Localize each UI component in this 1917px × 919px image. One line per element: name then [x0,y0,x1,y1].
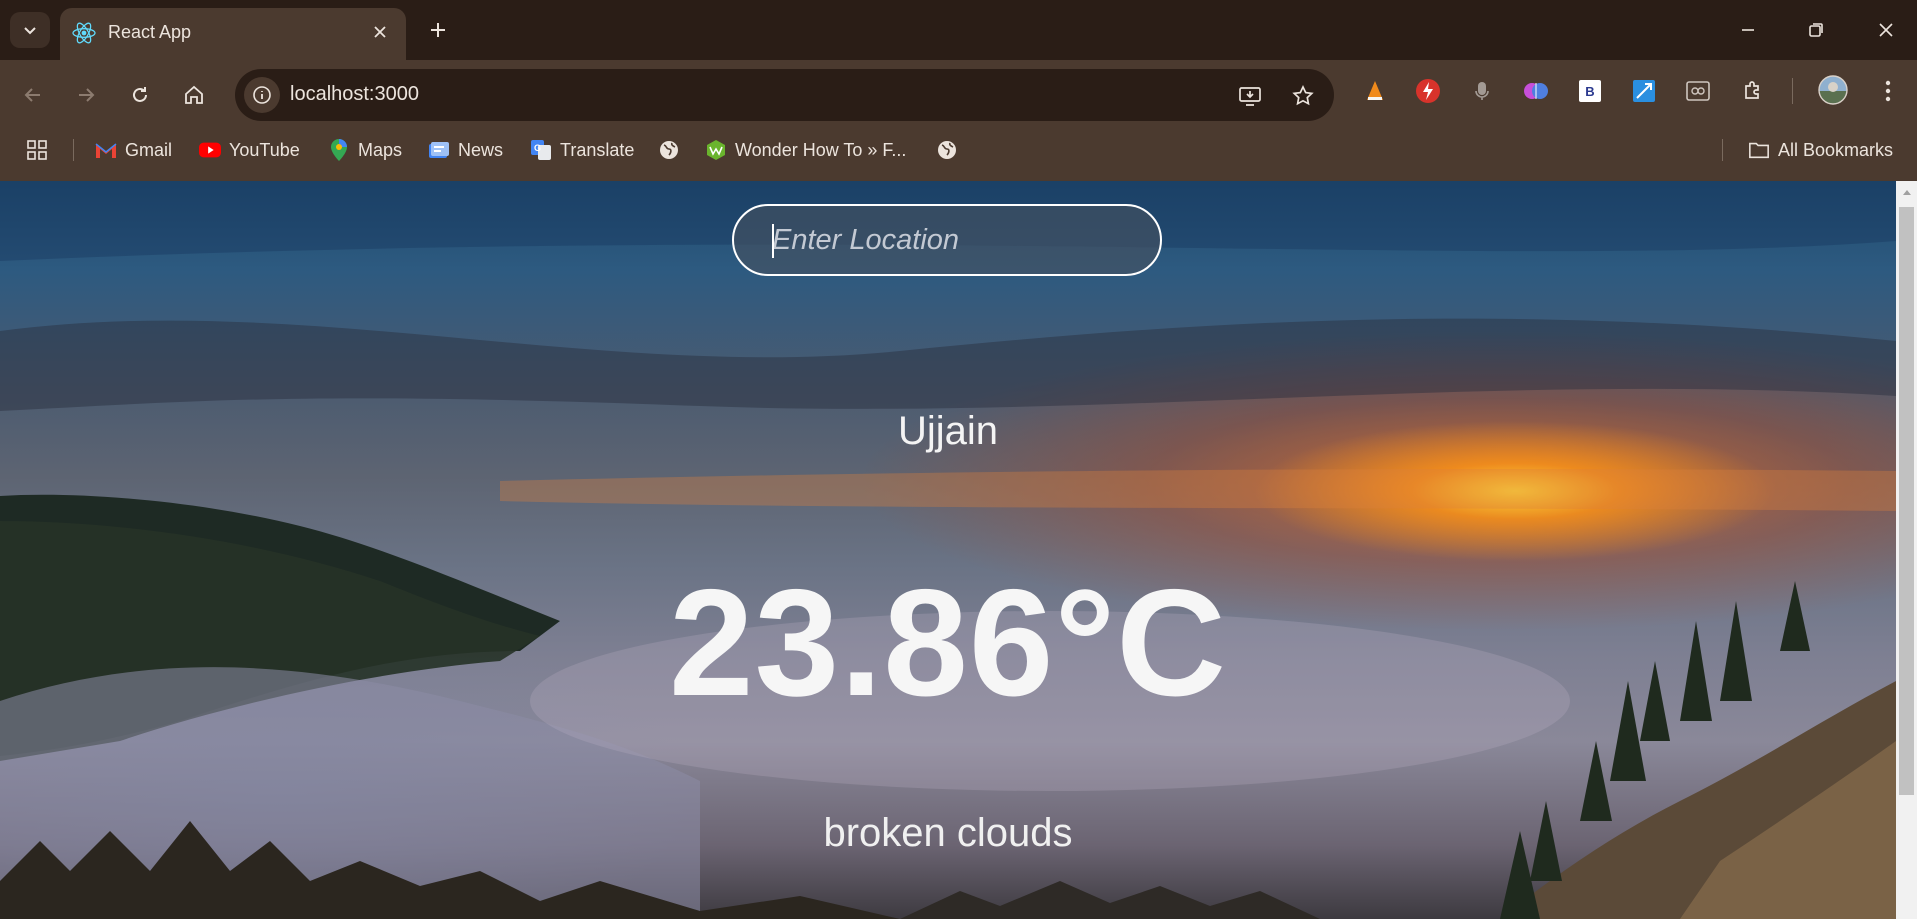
apps-button[interactable] [26,135,48,165]
folder-icon [1748,139,1770,161]
city-name: Ujjain [897,409,999,453]
browser-menu-button[interactable] [1873,76,1903,106]
location-search[interactable] [732,204,1162,276]
minimize-button[interactable] [1728,10,1768,50]
more-vertical-icon [1885,80,1891,102]
new-tab-button[interactable] [422,14,454,46]
bookmark-maps[interactable]: Maps [328,135,402,165]
scroll-thumb[interactable] [1899,207,1914,795]
temperature: 23.86°C [669,558,1227,728]
back-button[interactable] [13,75,53,115]
site-info-button[interactable] [244,77,280,113]
b-extension-icon[interactable]: B [1575,76,1605,106]
profile-avatar[interactable] [1816,73,1850,107]
puzzle-icon [1745,81,1759,99]
vlc-extension-icon[interactable] [1360,76,1390,106]
home-button[interactable] [174,75,214,115]
wonderhowto-icon [705,139,727,161]
mic-extension-icon[interactable] [1467,76,1497,106]
bookmark-youtube[interactable]: YouTube [199,135,300,165]
address-bar[interactable]: localhost:3000 [235,69,1334,121]
bookmark-label: Gmail [125,139,173,160]
reload-icon [133,87,147,102]
landscape-background [0,181,1896,919]
forward-button[interactable] [66,75,106,115]
bookmark-divider [73,139,74,161]
install-icon [1239,87,1261,106]
bookmark-label: Translate [560,139,635,160]
svg-text:G: G [534,143,541,153]
reload-button[interactable] [120,75,160,115]
arrow-left-icon [24,88,40,102]
bookmark-wonderhowto[interactable]: Wonder How To » F... [705,135,906,165]
page-scrollbar[interactable] [1896,181,1917,919]
info-icon [253,86,271,104]
text-caret [772,224,774,258]
arrow-right-icon [79,88,95,102]
close-icon [374,26,386,38]
chevron-down-icon [24,27,36,35]
globe-icon [936,139,958,161]
bookmark-translate[interactable]: G Translate [530,135,634,165]
youtube-icon [199,139,221,161]
plus-icon [431,23,445,37]
location-input[interactable] [734,206,1160,274]
close-icon [1879,23,1893,37]
tab-search-button[interactable] [10,12,50,48]
home-icon [185,85,203,104]
bookmark-globe-2[interactable] [936,135,966,165]
bookmark-gmail[interactable]: Gmail [95,135,172,165]
extensions-button[interactable] [1738,76,1768,106]
bookmark-news[interactable]: News [428,135,503,165]
scroll-up-button[interactable] [1896,181,1917,203]
weather-description: broken clouds [823,811,1073,855]
news-icon [428,139,450,161]
bookmark-label: Maps [358,139,403,160]
bookmark-label: News [458,139,504,160]
tab-strip: React App [0,0,1917,60]
globe-icon [658,139,680,161]
weather-app-page: Ujjain 23.86°C broken clouds [0,181,1896,919]
restore-icon [1809,23,1823,37]
draw-extension-icon[interactable] [1629,76,1659,106]
all-bookmarks-button[interactable]: All Bookmarks [1748,135,1893,165]
brain-extension-icon[interactable] [1521,76,1551,106]
install-app-button[interactable] [1235,81,1265,111]
browser-toolbar: localhost:3000 B Gmail YouTube Maps News… [0,60,1917,190]
translate-icon: G [530,139,552,161]
svg-text:B: B [1585,84,1594,99]
screen-extension-icon[interactable] [1683,76,1713,106]
caret-up-icon [1902,190,1911,195]
bookmark-label: YouTube [229,139,300,160]
minimize-icon [1742,29,1754,31]
star-icon [1292,85,1314,106]
restore-button[interactable] [1796,10,1836,50]
bookmark-label: Wonder How To » F... [735,139,907,160]
tab-close-button[interactable] [368,20,392,44]
active-tab[interactable]: React App [60,8,406,60]
url-text[interactable]: localhost:3000 [290,83,419,106]
bookmark-divider [1722,139,1723,161]
flash-extension-icon[interactable] [1413,76,1443,106]
toolbar-divider [1792,78,1793,104]
gmail-icon [95,139,117,161]
all-bookmarks-label: All Bookmarks [1778,139,1894,160]
apps-grid-icon [27,140,47,160]
tab-title: React App [108,22,192,42]
react-icon [72,22,96,44]
close-window-button[interactable] [1866,10,1906,50]
bookmark-star-button[interactable] [1288,81,1318,111]
bookmark-globe[interactable] [658,135,688,165]
maps-icon [328,139,350,161]
